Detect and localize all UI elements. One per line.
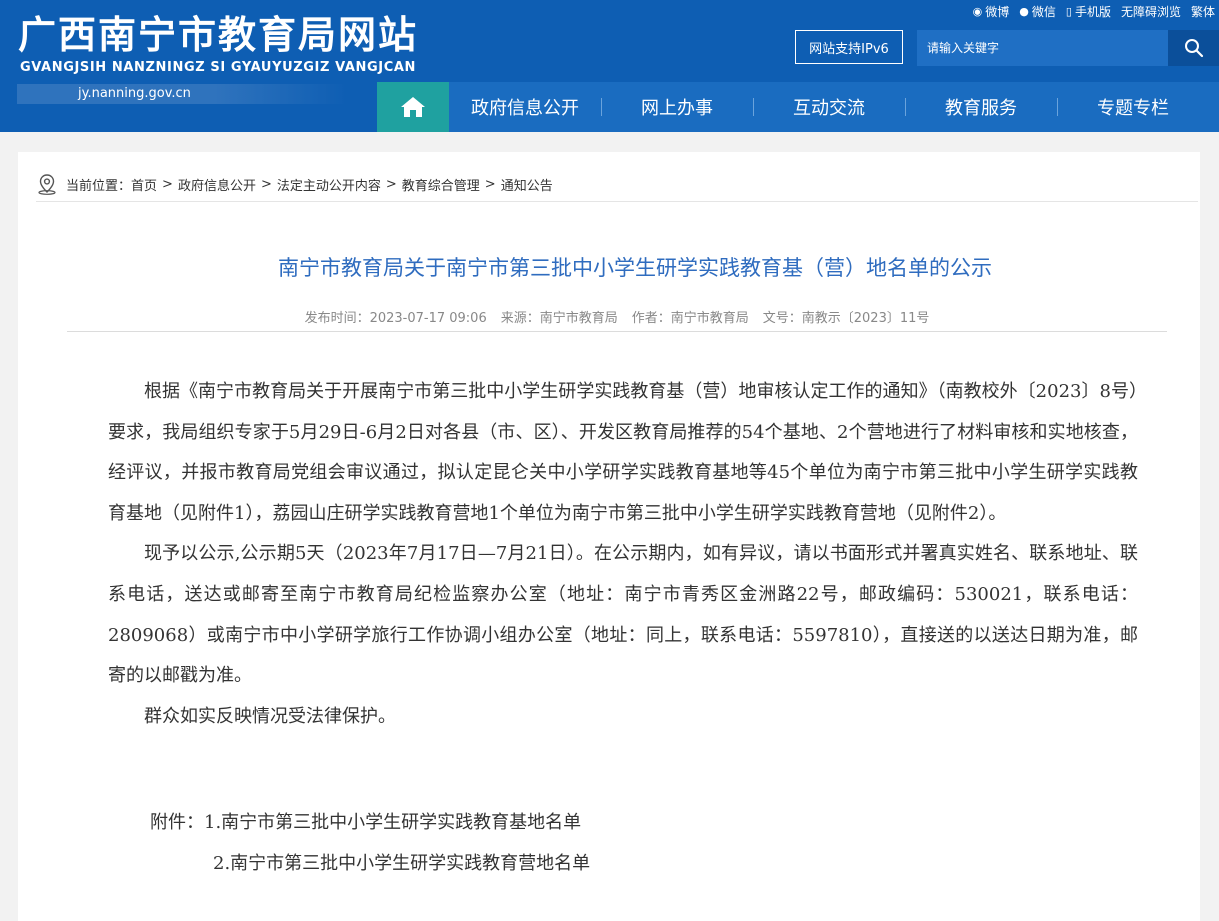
attachment-item[interactable]: 1.南宁市第三批中小学生研学实践教育基地名单: [204, 812, 581, 833]
attachment-label: 附件：: [150, 812, 204, 833]
traditional-chinese-link[interactable]: 繁体: [1191, 3, 1215, 20]
breadcrumb-gov-info[interactable]: 政府信息公开: [178, 175, 256, 194]
breadcrumb-label: 当前位置：: [66, 178, 132, 194]
wechat-icon: ●: [1019, 4, 1029, 18]
attachment-line-1: 附件：1.南宁市第三批中小学生研学实践教育基地名单: [150, 808, 581, 834]
nav-item-online-services[interactable]: 网上办事: [601, 82, 753, 132]
site-url: jy.nanning.gov.cn: [78, 86, 191, 101]
breadcrumb-home[interactable]: 首页: [131, 175, 157, 194]
article-body: 根据《南宁市教育局关于开展南宁市第三批中小学生研学实践教育基（营）地审核认定工作…: [108, 372, 1138, 737]
article-title: 南宁市教育局关于南宁市第三批中小学生研学实践教育基（营）地名单的公示: [278, 256, 992, 280]
breadcrumb-separator: >: [385, 176, 397, 192]
nav-item-gov-info[interactable]: 政府信息公开: [449, 82, 601, 132]
nav-item-education-services[interactable]: 教育服务: [905, 82, 1057, 132]
search-icon: [1184, 39, 1203, 58]
search-bar: [917, 30, 1219, 66]
mobile-link[interactable]: ▯ 手机版: [1066, 3, 1111, 20]
attachment-line-2: 2.南宁市第三批中小学生研学实践教育营地名单: [213, 849, 590, 875]
article-meta: 发布时间：2023-07-17 09:06 来源：南宁市教育局 作者：南宁市教育…: [67, 301, 1167, 332]
weibo-link[interactable]: ◉ 微博: [973, 3, 1010, 20]
publish-time: 发布时间：2023-07-17 09:06: [304, 310, 487, 326]
site-header: 广西南宁市教育局网站 GVANGJSIH NANZNINGZ SI GYAUYU…: [0, 0, 1219, 132]
nav-item-special-topics[interactable]: 专题专栏: [1057, 82, 1209, 132]
ipv6-badge[interactable]: 网站支持IPv6: [795, 30, 903, 64]
attachment-item[interactable]: 2.南宁市第三批中小学生研学实践教育营地名单: [213, 853, 590, 874]
accessibility-label: 无障碍浏览: [1120, 4, 1181, 19]
nav-item-interaction[interactable]: 互动交流: [753, 82, 905, 132]
nav-home-button[interactable]: [377, 82, 449, 132]
breadcrumb-education-management[interactable]: 教育综合管理: [402, 175, 480, 194]
document-number: 文号：南教示〔2023〕11号: [762, 310, 930, 326]
site-title[interactable]: 广西南宁市教育局网站: [18, 12, 418, 58]
top-links: ◉ 微博 ● 微信 ▯ 手机版 无障碍浏览 繁体: [973, 0, 1219, 22]
accessibility-link[interactable]: 无障碍浏览: [1121, 3, 1181, 20]
breadcrumb-separator: >: [484, 176, 496, 192]
wechat-link[interactable]: ● 微信: [1019, 3, 1056, 20]
weibo-icon: ◉: [972, 4, 983, 18]
breadcrumb-separator: >: [260, 176, 272, 192]
breadcrumb: 当前位置： 首页 > 政府信息公开 > 法定主动公开内容 > 教育综合管理 > …: [36, 167, 1198, 202]
wechat-label: 微信: [1031, 4, 1056, 19]
article-paragraph: 现予以公示,公示期5天（2023年7月17日—7月21日）。在公示期内，如有异议…: [108, 543, 1138, 687]
article-author: 作者：南宁市教育局: [631, 310, 749, 326]
article-paragraph: 群众如实反映情况受法律保护。: [144, 705, 396, 727]
content-panel: 当前位置： 首页 > 政府信息公开 > 法定主动公开内容 > 教育综合管理 > …: [18, 152, 1200, 921]
article-source: 来源：南宁市教育局: [500, 310, 618, 326]
site-pinyin: GVANGJSIH NANZNINGZ SI GYAUYUZGIZ VANGJC…: [20, 60, 417, 75]
breadcrumb-statutory-disclosure[interactable]: 法定主动公开内容: [277, 175, 381, 194]
home-icon: [401, 97, 425, 117]
search-button[interactable]: [1168, 30, 1219, 66]
article-paragraph: 根据《南宁市教育局关于开展南宁市第三批中小学生研学实践教育基（营）地审核认定工作…: [108, 381, 1138, 524]
weibo-label: 微博: [985, 4, 1010, 19]
main-nav: 政府信息公开 网上办事 互动交流 教育服务 专题专栏: [377, 82, 1219, 132]
mobile-label: 手机版: [1074, 4, 1111, 19]
location-pin-icon: [36, 173, 58, 195]
traditional-chinese-label: 繁体: [1190, 4, 1215, 19]
breadcrumb-separator: >: [162, 176, 173, 192]
search-input[interactable]: [917, 30, 1168, 66]
breadcrumb-notices[interactable]: 通知公告: [501, 175, 553, 194]
mobile-icon: ▯: [1065, 4, 1072, 18]
